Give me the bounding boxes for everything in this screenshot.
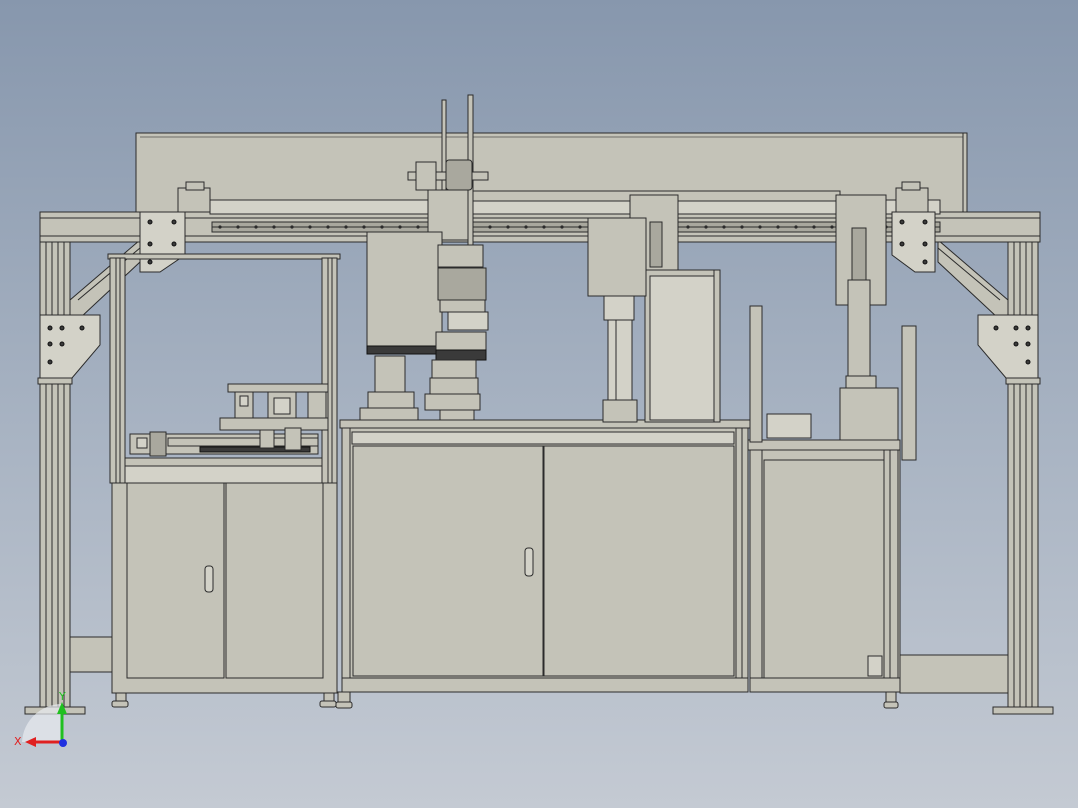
- y-axis-label: Y: [58, 690, 66, 703]
- rail-bolt: [704, 225, 708, 229]
- right-station-cabinet: [747, 305, 917, 709]
- left-station-fixture: [129, 383, 329, 457]
- rail-bolt: [506, 225, 510, 229]
- cad-viewport[interactable]: X Y: [0, 0, 1078, 808]
- center-cabinet: [335, 419, 751, 709]
- rail-bolt: [236, 225, 240, 229]
- rail-bolt: [686, 225, 690, 229]
- rail-bolt: [416, 225, 420, 229]
- rail-bolt: [488, 225, 492, 229]
- right-outer-frame: [899, 212, 1054, 715]
- left-cabinet: [111, 482, 338, 708]
- rail-bolt: [578, 225, 582, 229]
- rail-bolt: [542, 225, 546, 229]
- rail-bolt: [308, 225, 312, 229]
- rail-bolt: [722, 225, 726, 229]
- rail-bolt: [290, 225, 294, 229]
- rail-bolt: [830, 225, 834, 229]
- rail-bolt: [740, 225, 744, 229]
- x-axis-label: X: [14, 735, 22, 748]
- rail-bolt: [812, 225, 816, 229]
- rail-bolt: [272, 225, 276, 229]
- rail-bolt: [218, 225, 222, 229]
- rail-bolt: [524, 225, 528, 229]
- rail-bolt: [380, 225, 384, 229]
- rail-bolt: [776, 225, 780, 229]
- rail-bolt: [560, 225, 564, 229]
- rail-bolt: [758, 225, 762, 229]
- rail-bolt: [398, 225, 402, 229]
- rail-bolt: [362, 225, 366, 229]
- z-axis-dot: [59, 739, 67, 747]
- rail-bolt: [254, 225, 258, 229]
- rail-bolt: [794, 225, 798, 229]
- rail-bolt: [344, 225, 348, 229]
- machine-assembly-drawing: X Y: [14, 94, 1054, 748]
- rail-bolt: [326, 225, 330, 229]
